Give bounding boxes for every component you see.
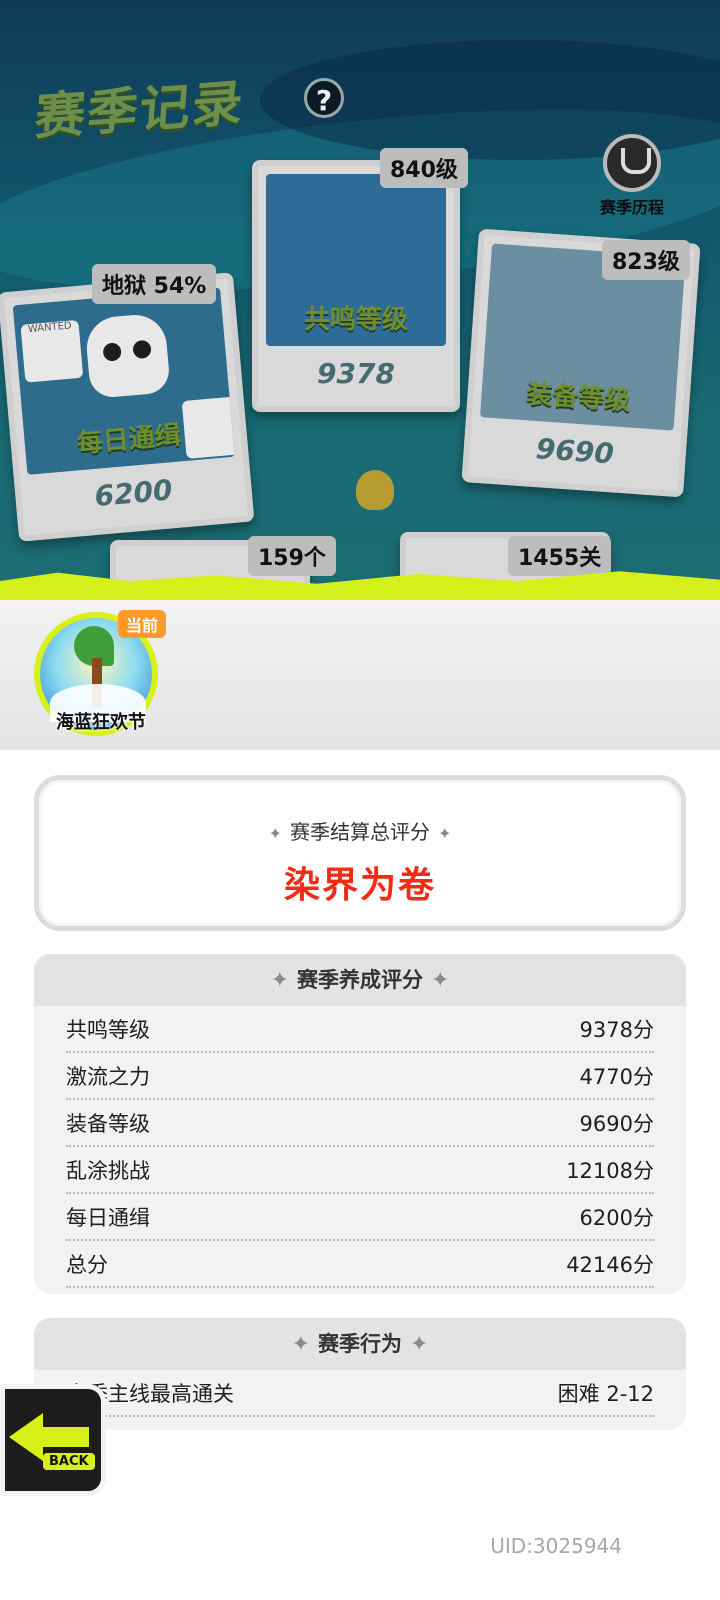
row-label: 装备等级 xyxy=(66,1111,150,1136)
row-label: 乱涂挑战 xyxy=(66,1158,150,1183)
row-value: 4770分 xyxy=(579,1064,654,1089)
season-record-hero: 赛季记录 ? 赛季历程 WANTED 每日通缉 6200 地狱 54% 共鸣等级… xyxy=(0,0,720,600)
level-tag: 823级 xyxy=(602,240,690,280)
background-decoration xyxy=(451,600,718,750)
season-history-label: 赛季历程 xyxy=(599,198,664,217)
page-title: 赛季记录 xyxy=(32,73,247,147)
card-score: 9378 xyxy=(317,357,395,390)
row-value: 9690分 xyxy=(579,1111,654,1136)
season-behavior-panel: ✦ 赛季行为 ✦ 赛季主线最高通关 困难 2-12 xyxy=(34,1318,686,1430)
panel-title: ✦ 赛季养成评分 ✦ xyxy=(34,954,686,1006)
diamond-icon: ✦ xyxy=(268,824,282,843)
score-row: 共鸣等级 9378分 xyxy=(66,1006,654,1053)
wanted-poster-icon: WANTED xyxy=(20,319,84,383)
diamond-icon: ✦ xyxy=(270,968,289,993)
diamond-icon: ✦ xyxy=(431,968,450,993)
level-tag: 840级 xyxy=(380,148,468,188)
row-value: 42146分 xyxy=(566,1252,654,1277)
season-history-button[interactable]: 赛季历程 xyxy=(584,134,680,218)
total-score-row: 总分 42146分 xyxy=(66,1241,654,1288)
diamond-icon: ✦ xyxy=(410,1332,429,1357)
skull-eye xyxy=(102,342,122,362)
row-label: 激流之力 xyxy=(66,1064,150,1089)
diamond-icon: ✦ xyxy=(291,1332,310,1357)
green-paint-splash xyxy=(0,571,720,600)
score-row: 乱涂挑战 12108分 xyxy=(66,1147,654,1194)
behavior-row: 赛季主线最高通关 困难 2-12 xyxy=(66,1370,654,1417)
back-arrow-shaft xyxy=(39,1427,89,1447)
row-value: 12108分 xyxy=(566,1158,654,1183)
season-summary: ✦ 赛季结算总评分 ✦ 染界为卷 ✦ 赛季养成评分 ✦ 共鸣等级 9378分 激流之力 47… xyxy=(0,750,720,1600)
skull-icon xyxy=(84,312,171,400)
row-label: 每日通缉 xyxy=(66,1205,150,1230)
score-row: 激流之力 4770分 xyxy=(66,1053,654,1100)
back-arrow-icon xyxy=(9,1413,43,1461)
back-label: BACK xyxy=(43,1453,95,1470)
row-value: 困难 2-12 xyxy=(557,1381,654,1406)
overall-rating-box: ✦ 赛季结算总评分 ✦ 染界为卷 xyxy=(34,775,686,931)
overall-rating-label: ✦ 赛季结算总评分 ✦ xyxy=(39,816,681,845)
score-row: 每日通缉 6200分 xyxy=(66,1194,654,1241)
score-row: 装备等级 9690分 xyxy=(66,1100,654,1147)
back-button[interactable]: BACK xyxy=(0,1384,106,1496)
count-tag: 159个 xyxy=(248,536,336,576)
row-label: 共鸣等级 xyxy=(66,1017,150,1042)
rubber-duck-icon xyxy=(356,470,394,510)
season-selector-strip: 当前 海蓝狂欢节 xyxy=(0,600,720,750)
skull-eye xyxy=(132,339,152,360)
row-label: 总分 xyxy=(66,1252,108,1277)
resonance-level-card[interactable]: 共鸣等级 9378 xyxy=(252,160,460,412)
wanted-label: WANTED xyxy=(27,320,73,336)
rating-label-text: 赛季结算总评分 xyxy=(290,820,430,844)
row-value: 6200分 xyxy=(579,1205,654,1230)
trophy-icon xyxy=(603,134,661,192)
overall-rating-value: 染界为卷 xyxy=(283,865,436,906)
page-title-group: 赛季记录 ? xyxy=(33,70,344,146)
card-name: 共鸣等级 xyxy=(303,305,408,335)
help-icon[interactable]: ? xyxy=(304,78,344,118)
user-id: UID:3025944 xyxy=(490,1534,622,1558)
count-tag: 1455关 xyxy=(508,536,612,576)
current-season-badge: 当前 xyxy=(118,610,167,638)
nurture-score-panel: ✦ 赛季养成评分 ✦ 共鸣等级 9378分 激流之力 4770分 装备等级 9690分 乱… xyxy=(34,954,686,1294)
season-name: 海蓝狂欢节 xyxy=(56,712,146,733)
diamond-icon: ✦ xyxy=(438,824,452,843)
row-value: 9378分 xyxy=(579,1017,654,1042)
daily-wanted-card[interactable]: WANTED 每日通缉 6200 xyxy=(0,272,255,542)
panel-title-text: 赛季行为 xyxy=(318,1332,402,1356)
difficulty-tag: 地狱 54% xyxy=(92,264,217,304)
panel-title: ✦ 赛季行为 ✦ xyxy=(34,1318,686,1370)
card-score: 6200 xyxy=(93,473,174,514)
panel-title-text: 赛季养成评分 xyxy=(297,968,423,992)
card-score: 9690 xyxy=(534,432,615,471)
